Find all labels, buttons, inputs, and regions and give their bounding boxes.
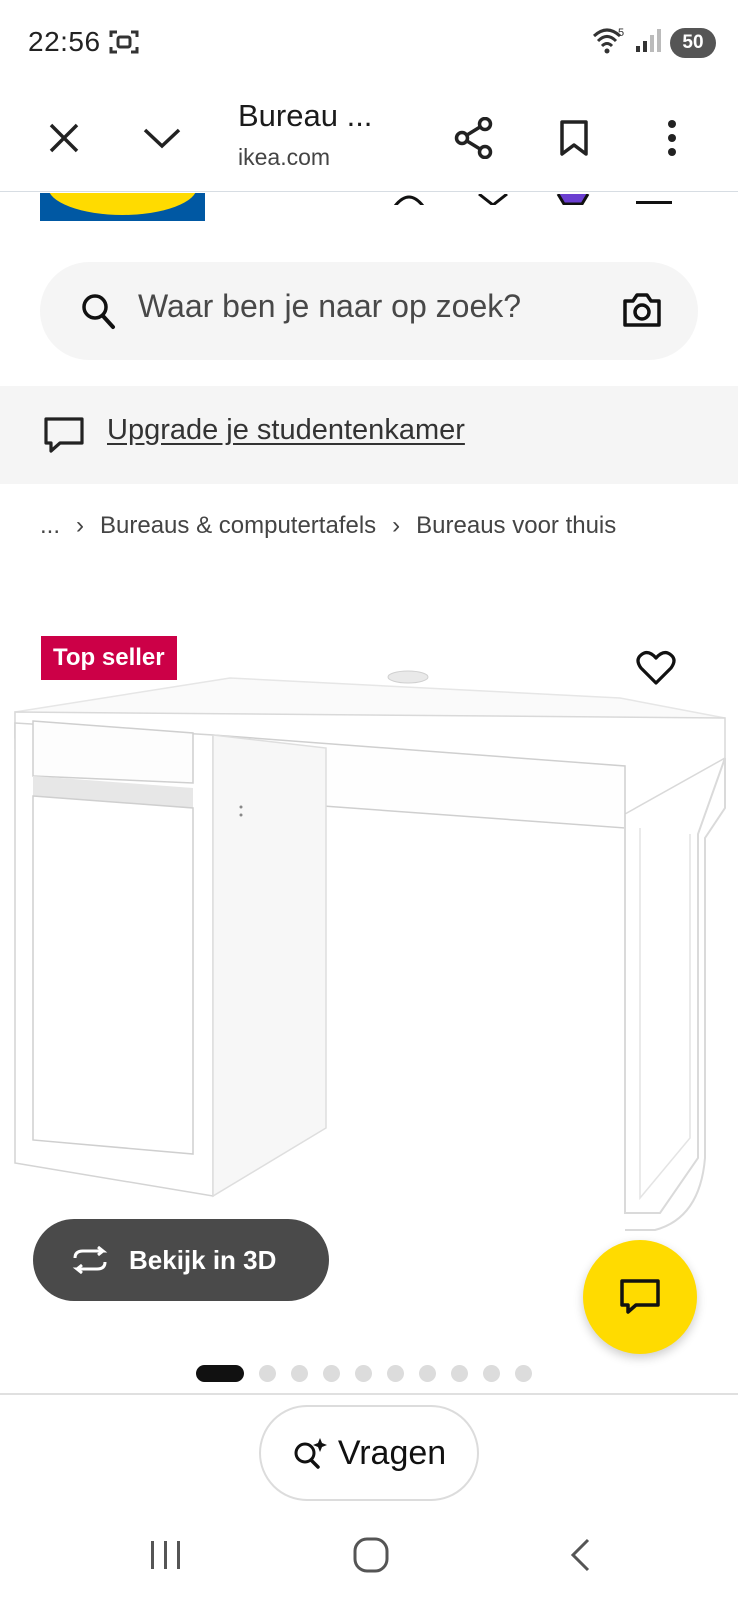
more-vert-icon [668,120,676,156]
browser-toolbar: Bureau ... ikea.com [0,88,738,192]
breadcrumb-item[interactable]: Bureaus & computertafels [100,512,376,540]
shopping-bag-icon[interactable] [556,193,590,205]
chat-bubble-icon [42,416,86,459]
breadcrumb-item[interactable]: Bureaus voor thuis [416,512,616,540]
wifi-icon: 5 [592,26,626,59]
recent-apps-button[interactable] [136,1530,196,1580]
bookmark-button[interactable] [542,106,606,170]
carousel-dot[interactable] [483,1365,500,1382]
network-generation-label: 5 [618,27,624,39]
system-nav-bar [0,1508,738,1600]
promo-link[interactable]: Upgrade je studentenkamer [107,414,465,447]
status-time: 22:56 [28,26,101,57]
camera-icon[interactable] [622,292,662,333]
signal-icon [634,26,662,59]
battery-indicator: 50 [670,27,716,58]
view-in-3d-label: Bekijk in 3D [129,1244,277,1275]
ask-button[interactable]: Vragen [259,1405,479,1501]
back-button[interactable] [550,1530,610,1580]
carousel-dot[interactable] [451,1365,468,1382]
screenshot-indicator-icon [108,28,140,56]
recent-apps-icon [151,1541,180,1569]
breadcrumb: ... › Bureaus & computertafels › Bureaus… [40,512,616,540]
close-tab-button[interactable] [32,106,96,170]
favorite-button[interactable] [636,650,676,690]
ask-label: Vragen [337,1433,447,1472]
product-gallery[interactable]: Top seller Bekijk in 3D [0,600,738,1360]
chevron-right-icon: › [76,512,85,539]
divider [0,1393,738,1395]
view-in-3d-button[interactable]: Bekijk in 3D [33,1219,329,1301]
search-bar[interactable] [40,262,698,360]
heart-icon [636,651,676,685]
breadcrumb-item[interactable]: ... [40,512,60,540]
carousel-dot[interactable] [515,1365,532,1382]
heart-icon[interactable] [476,193,510,205]
share-button[interactable] [442,106,506,170]
chat-button[interactable] [583,1240,697,1354]
account-icon[interactable] [392,193,426,205]
carousel-dot[interactable] [419,1365,436,1382]
carousel-dot[interactable] [355,1365,372,1382]
carousel-dot-active[interactable] [196,1365,244,1382]
search-input[interactable] [138,288,578,325]
promo-banner: Upgrade je studentenkamer [0,386,738,484]
menu-icon[interactable] [636,193,672,205]
page-title: Bureau ... [238,98,373,133]
ikea-logo[interactable] [40,193,205,221]
chat-icon [620,1279,660,1314]
home-icon [353,1537,389,1573]
carousel-dot[interactable] [387,1365,404,1382]
top-seller-badge: Top seller [41,636,177,680]
home-button[interactable] [341,1530,401,1580]
carousel-indicator [196,1365,532,1382]
status-bar: 22:56 5 50 [0,0,738,88]
carousel-dot[interactable] [323,1365,340,1382]
page-url: ikea.com [238,144,331,170]
ai-search-icon [294,1438,327,1469]
back-icon [570,1538,590,1572]
product-image [14,670,726,1231]
more-options-button[interactable] [640,106,704,170]
carousel-dot[interactable] [291,1365,308,1382]
share-icon [454,117,493,159]
close-icon [49,123,79,153]
minimize-tab-button[interactable] [130,106,194,170]
chevron-down-icon [143,128,181,149]
chevron-right-icon: › [392,512,401,539]
carousel-dot[interactable] [259,1365,276,1382]
rotate-3d-icon [72,1246,108,1274]
bookmark-icon [560,120,588,156]
search-icon [80,292,116,335]
